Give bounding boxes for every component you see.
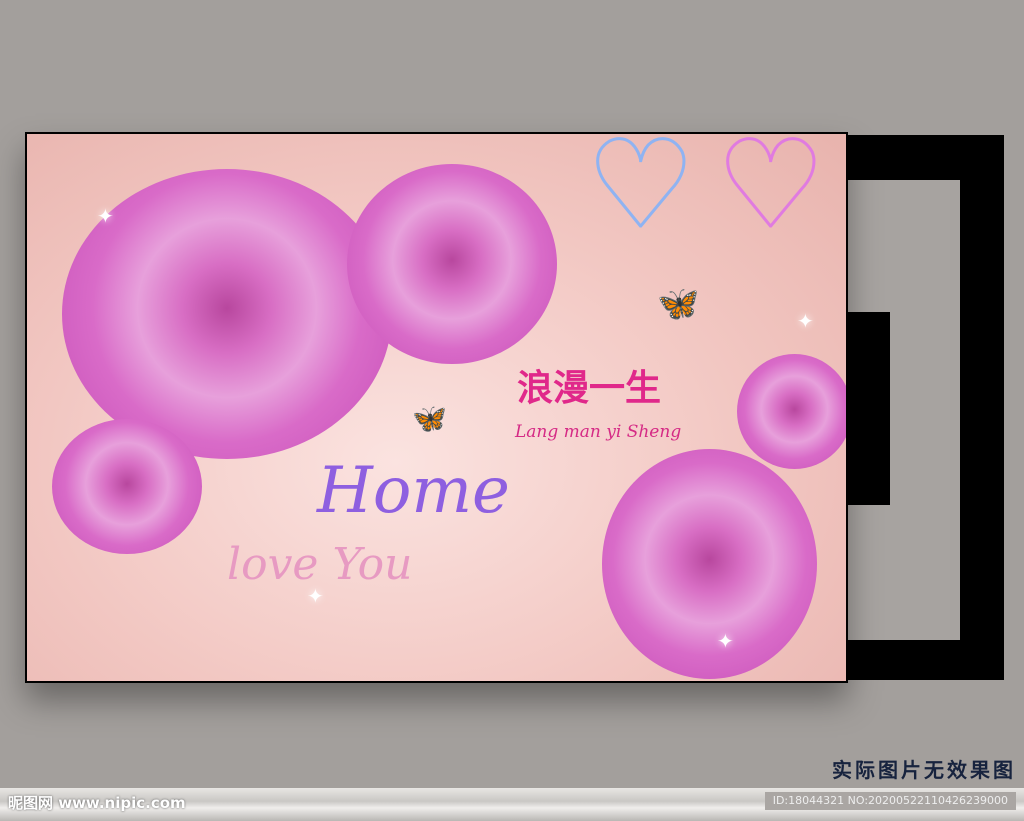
rose-right bbox=[737, 354, 846, 469]
artwork-canvas: ♥ ♥ 🦋 🦋 浪漫一生 Lang man yi Sheng Home love… bbox=[25, 132, 848, 683]
title-pinyin: Lang man yi Sheng bbox=[515, 422, 682, 442]
sparkle-icon: ✦ bbox=[97, 204, 114, 228]
heart-pink: ♥ bbox=[716, 132, 827, 255]
rose-small-left bbox=[52, 419, 202, 554]
watermark-logo: 昵图网 www.nipic.com bbox=[8, 794, 186, 812]
sparkle-icon: ✦ bbox=[717, 629, 734, 653]
subline: love You bbox=[227, 539, 413, 590]
rose-bottom bbox=[602, 449, 817, 679]
rose-top bbox=[347, 164, 557, 364]
butterfly-icon: 🦋 bbox=[412, 402, 447, 435]
watermark-id: ID:18044321 NO:20200522110426239000 bbox=[764, 792, 1016, 810]
frame-back bbox=[840, 135, 1004, 680]
title-cn: 浪漫一生 bbox=[517, 368, 662, 409]
caption: 实际图片无效果图 bbox=[832, 758, 1016, 782]
heart-blue: ♥ bbox=[586, 132, 697, 255]
sparkle-icon: ✦ bbox=[307, 584, 324, 608]
headline: Home bbox=[317, 454, 510, 528]
butterfly-icon: 🦋 bbox=[657, 284, 700, 324]
sparkle-icon: ✦ bbox=[797, 309, 814, 333]
